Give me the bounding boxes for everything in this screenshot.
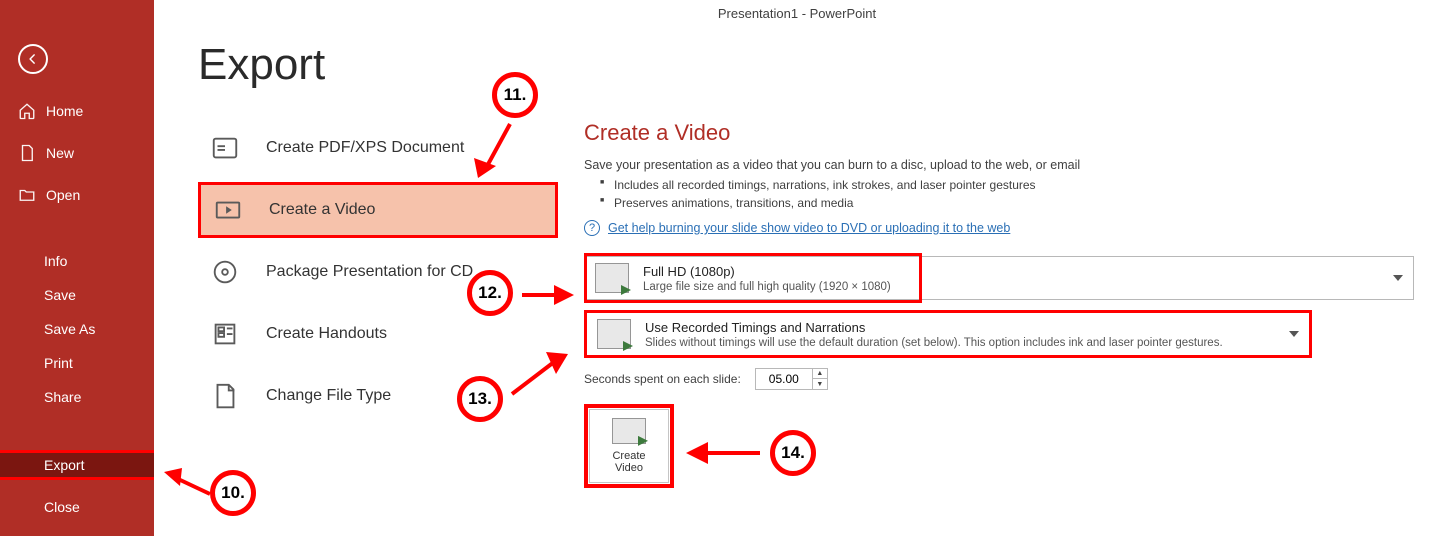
timings-title: Use Recorded Timings and Narrations xyxy=(645,320,1223,335)
callout-14: 14. xyxy=(770,430,816,476)
sidebar-item-close[interactable]: Close xyxy=(44,490,80,524)
quality-sub: Large file size and full high quality (1… xyxy=(643,281,891,293)
callout-arrow xyxy=(682,438,766,473)
export-option-label: Change File Type xyxy=(266,387,391,405)
export-option-label: Create Handouts xyxy=(266,325,387,343)
create-video-pane: Create a Video Save your presentation as… xyxy=(584,120,1420,488)
window-title: Presentation1 - PowerPoint xyxy=(154,6,1440,21)
export-option-label: Package Presentation for CD xyxy=(266,263,473,281)
export-option-label: Create a Video xyxy=(269,201,375,219)
video-icon xyxy=(211,193,245,227)
sidebar-label: New xyxy=(46,145,74,161)
sidebar-label: Open xyxy=(46,187,80,203)
annotation-highlight: CreateVideo xyxy=(584,404,674,488)
back-button[interactable] xyxy=(18,44,48,74)
seconds-input[interactable] xyxy=(756,369,812,389)
callout-arrow xyxy=(470,118,530,193)
bullet: Preserves animations, transitions, and m… xyxy=(600,196,1420,210)
sidebar-item-home[interactable]: Home xyxy=(18,96,83,126)
help-link[interactable]: Get help burning your slide show video t… xyxy=(608,221,1010,235)
create-video-button[interactable]: CreateVideo xyxy=(589,409,669,483)
timings-thumb-icon xyxy=(597,319,631,349)
sidebar-item-save[interactable]: Save xyxy=(44,278,95,312)
timings-dropdown[interactable]: Use Recorded Timings and Narrations Slid… xyxy=(584,310,1312,358)
spinner-up[interactable]: ▲ xyxy=(813,369,827,379)
sidebar-item-export[interactable]: Export xyxy=(0,450,154,480)
sidebar-label: Close xyxy=(44,499,80,515)
sidebar-item-share[interactable]: Share xyxy=(44,380,95,414)
help-row: ? Get help burning your slide show video… xyxy=(584,220,1420,236)
quality-title: Full HD (1080p) xyxy=(643,264,891,279)
seconds-row: Seconds spent on each slide: ▲ ▼ xyxy=(584,368,1420,390)
video-icon xyxy=(612,418,646,444)
home-icon xyxy=(18,102,36,120)
pane-heading: Create a Video xyxy=(584,120,1420,146)
sidebar-item-saveas[interactable]: Save As xyxy=(44,312,95,346)
callout-11: 11. xyxy=(492,72,538,118)
filetype-icon xyxy=(208,379,242,413)
sidebar-item-open[interactable]: Open xyxy=(18,180,83,210)
new-icon xyxy=(18,144,36,162)
seconds-spinner[interactable]: ▲ ▼ xyxy=(755,368,828,390)
sidebar-item-print[interactable]: Print xyxy=(44,346,95,380)
callout-arrow xyxy=(506,350,576,405)
bullet: Includes all recorded timings, narration… xyxy=(600,178,1420,192)
help-icon: ? xyxy=(584,220,600,236)
chevron-down-icon xyxy=(1393,275,1403,281)
spinner-down[interactable]: ▼ xyxy=(813,379,827,389)
button-label: CreateVideo xyxy=(612,450,645,474)
chevron-down-icon xyxy=(1289,331,1299,337)
back-arrow-icon xyxy=(26,52,40,66)
sidebar-label: Share xyxy=(44,389,81,405)
backstage-sidebar: Home New Open Info Save Save As Print Sh… xyxy=(0,0,154,536)
callout-arrow xyxy=(518,280,578,315)
sidebar-label: Info xyxy=(44,253,67,269)
callout-12: 12. xyxy=(467,270,513,316)
pane-bullets: Includes all recorded timings, narration… xyxy=(600,178,1420,210)
sidebar-label: Home xyxy=(46,103,83,119)
timings-sub: Slides without timings will use the defa… xyxy=(645,337,1223,349)
video-quality-dropdown[interactable]: Full HD (1080p) Large file size and full… xyxy=(584,256,1414,300)
seconds-label: Seconds spent on each slide: xyxy=(584,372,741,386)
pdf-icon xyxy=(208,131,242,165)
page-title: Export xyxy=(198,40,325,90)
open-icon xyxy=(18,186,36,204)
sidebar-item-info[interactable]: Info xyxy=(44,244,95,278)
export-option-label: Create PDF/XPS Document xyxy=(266,139,464,157)
callout-arrow xyxy=(158,458,214,509)
handouts-icon xyxy=(208,317,242,351)
sidebar-label: Export xyxy=(44,457,84,473)
export-option-filetype[interactable]: Change File Type xyxy=(198,368,558,424)
sidebar-label: Save xyxy=(44,287,76,303)
sidebar-label: Print xyxy=(44,355,73,371)
sidebar-item-new[interactable]: New xyxy=(18,138,83,168)
cd-icon xyxy=(208,255,242,289)
pane-description: Save your presentation as a video that y… xyxy=(584,158,1420,172)
callout-13: 13. xyxy=(457,376,503,422)
sidebar-label: Save As xyxy=(44,321,95,337)
quality-thumb-icon xyxy=(595,263,629,293)
export-option-handouts[interactable]: Create Handouts xyxy=(198,306,558,362)
callout-10: 10. xyxy=(210,470,256,516)
